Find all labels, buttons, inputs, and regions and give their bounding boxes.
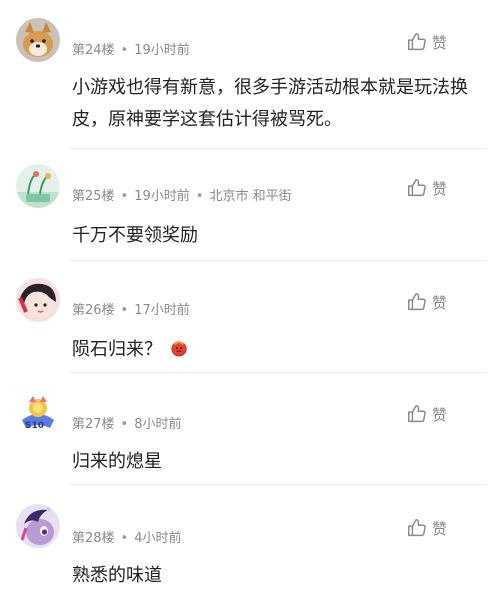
like-label: 赞 [432, 519, 448, 538]
meteor-emoji-icon [171, 341, 187, 357]
comment-time: 17小时前 [134, 303, 190, 318]
comment-item: 第24楼 • 19小时前 赞 小游戏也得有新意，很多手游活动根本就是玩法换皮，原神要… [0, 0, 500, 148]
like-button[interactable]: 赞 [406, 176, 447, 200]
thumbs-up-icon [408, 405, 426, 423]
like-button[interactable]: 赞 [406, 516, 447, 540]
comment-meta: 第27楼 • 8小时前 [72, 416, 182, 434]
separator-dot: • [195, 189, 204, 204]
floor-number: 第26楼 [72, 303, 115, 318]
avatar[interactable]: S10 [16, 390, 60, 434]
purple-pony-avatar-icon [16, 504, 60, 548]
like-button[interactable]: 赞 [406, 402, 447, 426]
comment-text-line: 陨石归来？ [72, 334, 480, 366]
comment-time: 19小时前 [134, 43, 190, 58]
comment-item: 第25楼 • 19小时前 • 北京市 和平街 赞 千万不要领奖励 [0, 148, 500, 260]
comment-time: 8小时前 [134, 417, 182, 432]
like-button[interactable]: 赞 [406, 290, 447, 314]
comment-text: 小游戏也得有新意，很多手游活动根本就是玩法换皮，原神要学这套估计得被骂死。 [72, 77, 468, 130]
like-button[interactable]: 赞 [406, 30, 447, 54]
comment-item: 第26楼 • 17小时前 赞 陨石归来？ [0, 260, 500, 372]
comment-time: 19小时前 [134, 189, 190, 204]
separator-dot: • [120, 417, 129, 432]
separator-dot: • [120, 531, 129, 546]
separator-dot: • [120, 43, 129, 58]
plant-illustration-avatar-icon [16, 164, 60, 208]
thumbs-up-icon [408, 179, 426, 197]
shiba-dog-avatar-icon [16, 18, 60, 62]
like-label: 赞 [432, 179, 448, 198]
like-label: 赞 [432, 293, 448, 312]
comment-meta: 第24楼 • 19小时前 [72, 42, 190, 60]
floor-number: 第27楼 [72, 417, 115, 432]
floor-number: 第25楼 [72, 189, 115, 204]
avatar[interactable] [16, 278, 60, 322]
comment-text: 千万不要领奖励 [72, 225, 198, 246]
avatar[interactable] [16, 164, 60, 208]
comment-meta: 第25楼 • 19小时前 • 北京市 和平街 [72, 188, 292, 206]
thumbs-up-icon [408, 293, 426, 311]
comment-meta: 第28楼 • 4小时前 [72, 530, 182, 548]
thumbs-up-icon [408, 33, 426, 51]
comment-text: 归来的熄星 [72, 451, 162, 472]
avatar[interactable] [16, 18, 60, 62]
thumbs-up-icon [408, 519, 426, 537]
s10-badge-avatar-icon: S10 [16, 390, 60, 434]
comment-text: 熟悉的味道 [72, 565, 162, 586]
comment-time: 4小时前 [134, 531, 182, 546]
avatar[interactable] [16, 504, 60, 548]
separator-dot: • [120, 189, 129, 204]
like-label: 赞 [432, 33, 448, 52]
svg-text:S10: S10 [25, 421, 44, 431]
like-label: 赞 [432, 405, 448, 424]
anime-character-avatar-icon [16, 278, 60, 322]
comment-location: 北京市 和平街 [209, 189, 292, 204]
comment-text: 陨石归来？ [72, 339, 162, 360]
comment-item: 第28楼 • 4小时前 赞 熟悉的味道 [0, 484, 500, 590]
comment-item: S10 第27楼 • 8小时前 赞 归来的熄星 [0, 372, 500, 484]
comment-meta: 第26楼 • 17小时前 [72, 302, 190, 320]
floor-number: 第24楼 [72, 43, 115, 58]
floor-number: 第28楼 [72, 531, 115, 546]
separator-dot: • [120, 303, 129, 318]
